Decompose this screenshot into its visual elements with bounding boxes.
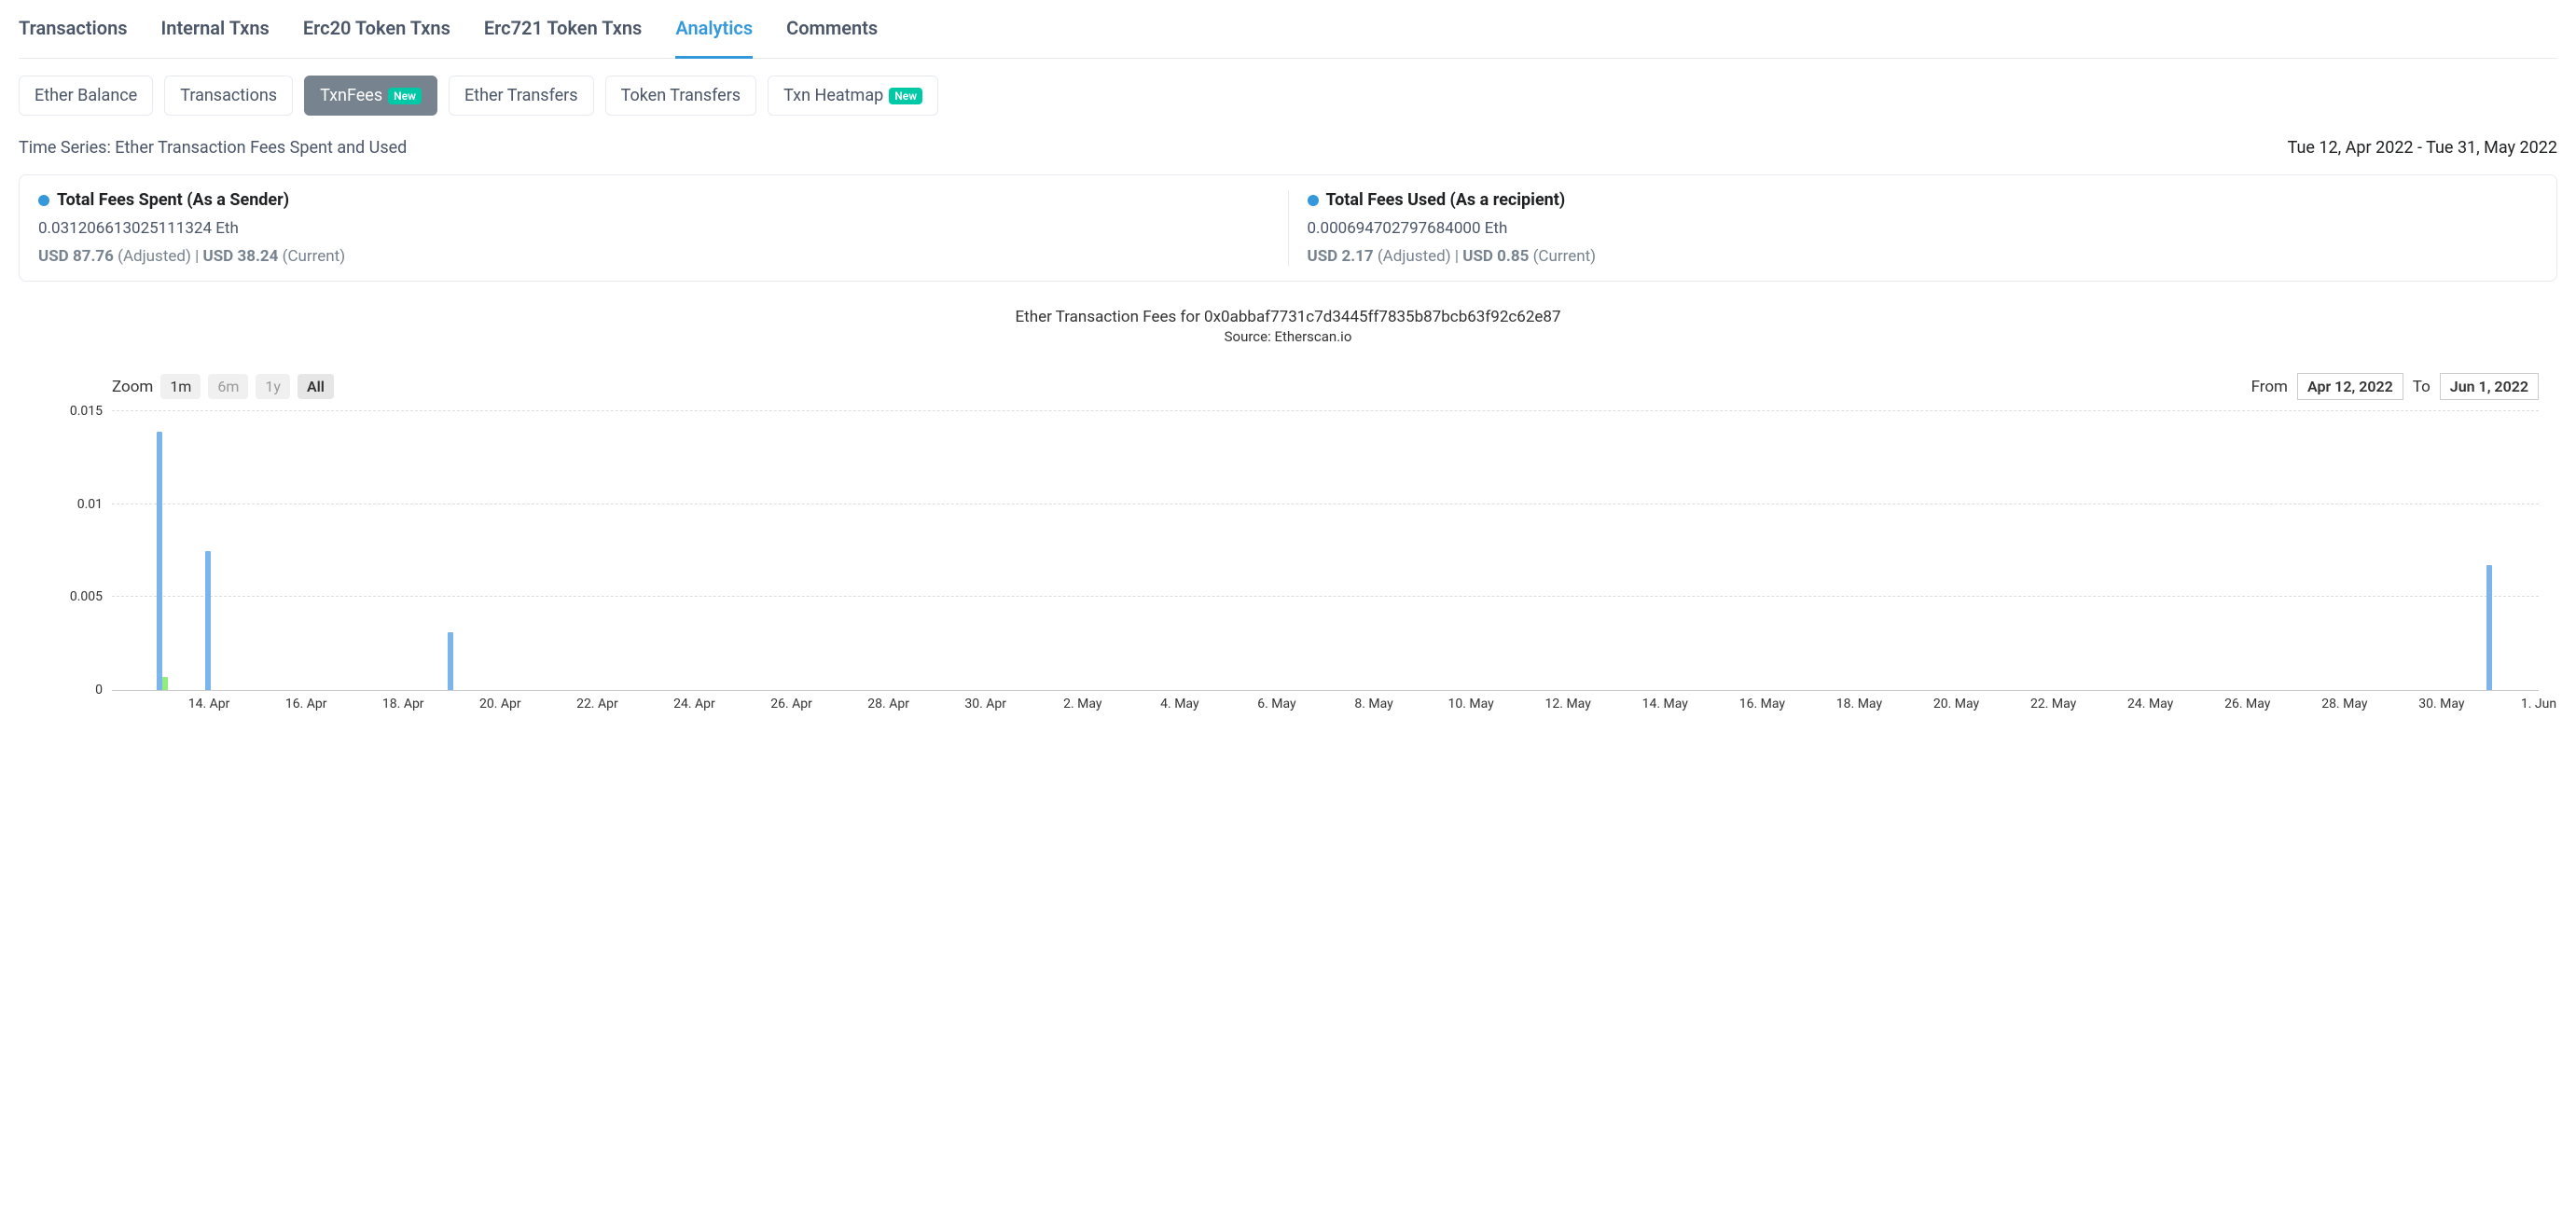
x-tick: 18. Apr	[382, 697, 424, 711]
chart-bar[interactable]	[2486, 565, 2492, 690]
x-tick: 1. Jun	[2521, 697, 2556, 711]
chart-area: Values 00.0050.010.015 14. Apr16. Apr18.…	[19, 411, 2557, 728]
dot-icon	[38, 195, 49, 206]
x-tick: 16. Apr	[285, 697, 327, 711]
fees-spent-title: Total Fees Spent (As a Sender)	[57, 190, 289, 210]
fees-used-usd: USD 2.17 (Adjusted) | USD 0.85 (Current)	[1308, 247, 2539, 266]
chart-bar[interactable]	[157, 432, 162, 690]
x-tick: 30. May	[2418, 697, 2464, 711]
subtab-ether-transfers[interactable]: Ether Transfers	[449, 76, 594, 116]
x-tick: 12. May	[1545, 697, 1591, 711]
y-tick: 0.005	[65, 589, 103, 604]
tab-transactions[interactable]: Transactions	[19, 17, 128, 59]
zoom-label: Zoom	[112, 378, 153, 396]
main-tabs: Transactions Internal Txns Erc20 Token T…	[19, 0, 2557, 59]
to-label: To	[2413, 378, 2431, 396]
new-badge-icon: New	[889, 88, 922, 104]
fees-used-eth: 0.000694702797684000 Eth	[1308, 219, 2539, 238]
zoom-1y-button[interactable]: 1y	[256, 374, 290, 399]
x-tick: 14. Apr	[188, 697, 230, 711]
subtab-transactions[interactable]: Transactions	[164, 76, 293, 116]
chart-title-block: Ether Transaction Fees for 0x0abbaf7731c…	[19, 308, 2557, 345]
x-tick: 18. May	[1836, 697, 1882, 711]
tab-analytics[interactable]: Analytics	[675, 17, 753, 59]
fee-stats-box: Total Fees Spent (As a Sender) 0.0312066…	[19, 174, 2557, 282]
subtab-txn-heatmap-label: Txn Heatmap	[783, 86, 883, 105]
x-tick: 28. Apr	[867, 697, 909, 711]
x-tick: 24. Apr	[673, 697, 715, 711]
x-tick: 28. May	[2321, 697, 2367, 711]
y-tick: 0.01	[65, 497, 103, 512]
fees-spent-eth: 0.031206613025111324 Eth	[38, 219, 1269, 238]
x-tick: 22. Apr	[576, 697, 618, 711]
tab-erc721[interactable]: Erc721 Token Txns	[484, 17, 642, 59]
zoom-group: Zoom 1m 6m 1y All	[112, 374, 334, 399]
chart-bar[interactable]	[448, 632, 453, 690]
chart-plot[interactable]: 00.0050.010.015	[112, 411, 2539, 691]
chart-title: Ether Transaction Fees for 0x0abbaf7731c…	[19, 308, 2557, 326]
time-series-range: Tue 12, Apr 2022 - Tue 31, May 2022	[2288, 138, 2557, 158]
dot-icon	[1308, 195, 1319, 206]
subtab-txn-heatmap[interactable]: Txn Heatmap New	[768, 76, 938, 116]
from-label: From	[2251, 378, 2288, 396]
y-tick: 0.015	[65, 404, 103, 419]
fees-spent-col: Total Fees Spent (As a Sender) 0.0312066…	[20, 190, 1289, 266]
x-tick: 20. May	[1933, 697, 1979, 711]
x-tick: 26. Apr	[770, 697, 812, 711]
chart-controls: Zoom 1m 6m 1y All From Apr 12, 2022 To J…	[19, 373, 2557, 400]
x-tick: 22. May	[2030, 697, 2076, 711]
tab-comments[interactable]: Comments	[786, 17, 878, 59]
time-series-label: Time Series: Ether Transaction Fees Spen…	[19, 138, 407, 158]
zoom-all-button[interactable]: All	[298, 374, 334, 399]
fees-used-title: Total Fees Used (As a recipient)	[1326, 190, 1566, 210]
x-tick: 16. May	[1739, 697, 1785, 711]
from-date-input[interactable]: Apr 12, 2022	[2297, 373, 2403, 400]
x-tick: 26. May	[2224, 697, 2270, 711]
x-tick: 14. May	[1642, 697, 1688, 711]
x-tick: 2. May	[1063, 697, 1101, 711]
subtab-token-transfers[interactable]: Token Transfers	[605, 76, 757, 116]
fees-spent-usd: USD 87.76 (Adjusted) | USD 38.24 (Curren…	[38, 247, 1269, 266]
chart-source: Source: Etherscan.io	[19, 328, 2557, 345]
x-tick: 6. May	[1257, 697, 1295, 711]
y-tick: 0	[65, 683, 103, 697]
chart-bar[interactable]	[162, 677, 168, 690]
tab-erc20[interactable]: Erc20 Token Txns	[303, 17, 450, 59]
x-tick: 8. May	[1354, 697, 1392, 711]
x-tick: 10. May	[1447, 697, 1493, 711]
date-range-group: From Apr 12, 2022 To Jun 1, 2022	[2251, 373, 2539, 400]
x-tick: 4. May	[1160, 697, 1198, 711]
chart-bar[interactable]	[205, 551, 211, 691]
fees-used-col: Total Fees Used (As a recipient) 0.00069…	[1289, 190, 2557, 266]
new-badge-icon: New	[388, 88, 422, 104]
zoom-1m-button[interactable]: 1m	[160, 374, 201, 399]
subtab-ether-balance[interactable]: Ether Balance	[19, 76, 153, 116]
zoom-6m-button[interactable]: 6m	[208, 374, 248, 399]
to-date-input[interactable]: Jun 1, 2022	[2440, 373, 2539, 400]
analytics-sub-tabs: Ether Balance Transactions TxnFees New E…	[19, 59, 2557, 132]
x-tick: 30. Apr	[964, 697, 1006, 711]
subtab-txn-fees[interactable]: TxnFees New	[304, 76, 437, 116]
time-series-header: Time Series: Ether Transaction Fees Spen…	[19, 132, 2557, 174]
x-tick: 24. May	[2127, 697, 2173, 711]
tab-internal-txns[interactable]: Internal Txns	[161, 17, 270, 59]
x-axis: 14. Apr 16. Apr 18. Apr 20. Apr 22. Apr 24. A…	[112, 697, 2539, 725]
subtab-txn-fees-label: TxnFees	[320, 86, 382, 105]
x-tick: 20. Apr	[479, 697, 521, 711]
